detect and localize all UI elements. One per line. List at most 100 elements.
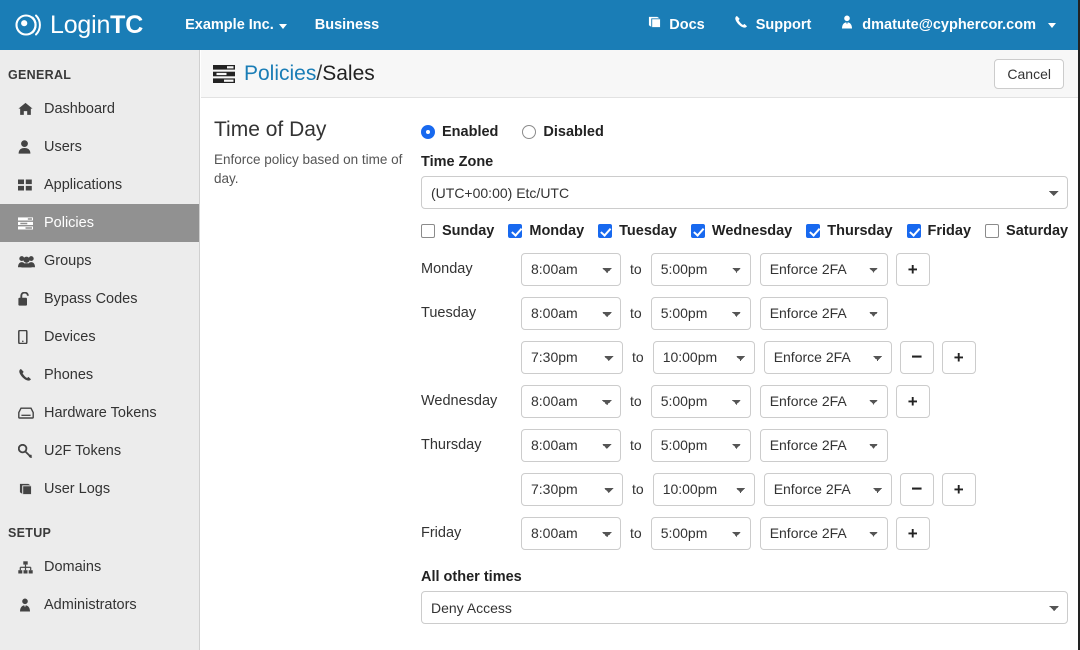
schedule-row: Monday 8:00am to 5:00pm Enforce 2FA + — [421, 247, 1068, 291]
nav-support-label: Support — [755, 17, 812, 33]
schedule-from-select[interactable]: 7:30pm — [521, 472, 623, 506]
chevron-down-icon — [278, 24, 287, 29]
sidebar-item-domains[interactable]: Domains — [0, 548, 199, 586]
schedule-action-select[interactable]: Enforce 2FA — [759, 428, 888, 462]
schedule-from-select[interactable]: 8:00am — [521, 296, 621, 330]
schedule-action-select[interactable]: Enforce 2FA — [759, 252, 888, 286]
schedule-action-select[interactable]: Enforce 2FA — [763, 472, 892, 506]
add-interval-button[interactable]: + — [941, 472, 976, 506]
sidebar-item-groups[interactable]: Groups — [0, 242, 199, 280]
brand-name-bold: TC — [110, 10, 144, 39]
sidebar-item-devices[interactable]: Devices — [0, 318, 199, 356]
sidebar-item-applications[interactable]: Applications — [0, 166, 199, 204]
policy-editor-body: Time of Day Enforce policy based on time… — [201, 98, 1078, 624]
day-checkbox-sunday[interactable]: Sunday — [421, 223, 494, 239]
schedule-to-select[interactable]: 5:00pm — [650, 252, 751, 286]
nav-support[interactable]: Support — [719, 0, 826, 50]
checkbox-indicator[interactable] — [690, 224, 705, 238]
cancel-button[interactable]: Cancel — [994, 58, 1064, 89]
nav-docs[interactable]: Docs — [632, 0, 718, 50]
sidebar-item-users[interactable]: Users — [0, 128, 199, 166]
day-checkbox-monday[interactable]: Monday — [508, 223, 584, 239]
radio-disabled-indicator[interactable] — [522, 125, 537, 139]
schedule-to-select[interactable]: 10:00pm — [652, 472, 755, 506]
add-interval-button[interactable]: + — [895, 516, 930, 550]
day-checkbox-thursday[interactable]: Thursday — [806, 223, 893, 239]
user-icon — [18, 140, 44, 154]
radio-enabled[interactable]: Enabled — [421, 124, 498, 140]
day-checkbox-wednesday[interactable]: Wednesday — [690, 223, 792, 239]
checkbox-indicator[interactable] — [806, 224, 821, 238]
sidebar-item-bypass-codes[interactable]: Bypass Codes — [0, 280, 199, 318]
section-title: Time of Day — [214, 118, 327, 141]
checkbox-indicator[interactable] — [598, 224, 613, 238]
add-interval-button[interactable]: + — [895, 384, 930, 418]
sidebar-item-phones[interactable]: Phones — [0, 356, 199, 394]
lightc-signal-logo-icon — [14, 10, 44, 40]
schedule-from-select[interactable]: 8:00am — [521, 384, 621, 418]
sidebar-item-dashboard[interactable]: Dashboard — [0, 90, 199, 128]
chevron-down-icon — [1048, 22, 1056, 28]
policies-list-icon — [18, 216, 44, 230]
nav-org-selector-label: Example Inc. — [185, 17, 274, 33]
day-checkbox-tuesday[interactable]: Tuesday — [598, 223, 677, 239]
schedule-row: 7:30pm to 10:00pm Enforce 2FA − + — [421, 467, 1068, 511]
schedule-action-select[interactable]: Enforce 2FA — [759, 384, 888, 418]
checkbox-indicator[interactable] — [421, 224, 435, 238]
schedule-from-select[interactable]: 8:00am — [521, 428, 621, 462]
sidebar-item-label: Users — [44, 139, 82, 155]
sidebar-item-administrators[interactable]: Administrators — [0, 586, 199, 624]
day-label: Saturday — [1006, 223, 1069, 239]
sidebar-heading-general: GENERAL — [8, 68, 72, 82]
schedule-row: 7:30pm to 10:00pm Enforce 2FA − + — [421, 335, 1068, 379]
schedule-to-select[interactable]: 10:00pm — [652, 340, 755, 374]
sidebar-item-policies[interactable]: Policies — [0, 204, 199, 242]
nav-user-menu[interactable]: dmatute@cyphercor.com — [825, 0, 1070, 50]
schedule-action-select[interactable]: Enforce 2FA — [759, 296, 888, 330]
sidebar-item-label: U2F Tokens — [44, 443, 122, 459]
radio-enabled-indicator[interactable] — [421, 125, 435, 139]
day-checkbox-row: Sunday Monday Tuesday Wednesday Thursday… — [421, 223, 1068, 239]
schedule-row-day: Thursday — [421, 437, 482, 453]
checkbox-indicator[interactable] — [508, 224, 523, 238]
app-window: LoginTC Example Inc. Business Docs Suppo… — [0, 0, 1080, 650]
radio-disabled[interactable]: Disabled — [522, 124, 604, 140]
all-other-times-select[interactable]: Deny Access — [421, 591, 1069, 624]
timezone-select[interactable]: (UTC+00:00) Etc/UTC — [421, 176, 1069, 209]
schedule-row: Tuesday 8:00am to 5:00pm Enforce 2FA — [421, 291, 1068, 335]
remove-interval-button[interactable]: − — [899, 472, 934, 506]
schedule-to-select[interactable]: 5:00pm — [650, 516, 751, 550]
day-checkbox-friday[interactable]: Friday — [906, 223, 971, 239]
radio-enabled-label: Enabled — [442, 124, 499, 140]
navbar-right-items: Docs Support dmatute@cyphercor.com — [632, 0, 1078, 50]
schedule-row-day: Tuesday — [421, 305, 477, 321]
nav-business[interactable]: Business — [301, 0, 393, 50]
sidebar-item-user-logs[interactable]: User Logs — [0, 470, 199, 508]
add-interval-button[interactable]: + — [895, 252, 930, 286]
key-icon — [18, 444, 44, 458]
day-checkbox-saturday[interactable]: Saturday — [985, 223, 1068, 239]
breadcrumb-policies-link[interactable]: Policies — [244, 62, 316, 85]
schedule-action-select[interactable]: Enforce 2FA — [763, 340, 892, 374]
nav-docs-label: Docs — [669, 17, 705, 33]
schedule-from-select[interactable]: 8:00am — [521, 252, 621, 286]
nav-org-selector[interactable]: Example Inc. — [171, 0, 301, 50]
add-interval-button[interactable]: + — [941, 340, 976, 374]
schedule-action-select[interactable]: Enforce 2FA — [759, 516, 888, 550]
top-navbar: LoginTC Example Inc. Business Docs Suppo… — [0, 0, 1078, 50]
schedule-from-select[interactable]: 7:30pm — [521, 340, 623, 374]
schedule-to-select[interactable]: 5:00pm — [650, 428, 751, 462]
sidebar-item-label: Devices — [44, 329, 96, 345]
sidebar-item-u2f-tokens[interactable]: U2F Tokens — [0, 432, 199, 470]
schedule-to-label: to — [630, 305, 642, 321]
schedule-to-select[interactable]: 5:00pm — [650, 296, 751, 330]
brand-name: LoginTC — [50, 10, 144, 39]
schedule-to-select[interactable]: 5:00pm — [650, 384, 751, 418]
schedule-from-select[interactable]: 8:00am — [521, 516, 621, 550]
remove-interval-button[interactable]: − — [899, 340, 934, 374]
checkbox-indicator[interactable] — [985, 224, 1000, 238]
enable-toggle-group: Enabled Disabled — [421, 124, 1068, 140]
sidebar-item-hardware-tokens[interactable]: Hardware Tokens — [0, 394, 199, 432]
brand-logo-link[interactable]: LoginTC — [0, 10, 143, 40]
checkbox-indicator[interactable] — [906, 224, 921, 238]
